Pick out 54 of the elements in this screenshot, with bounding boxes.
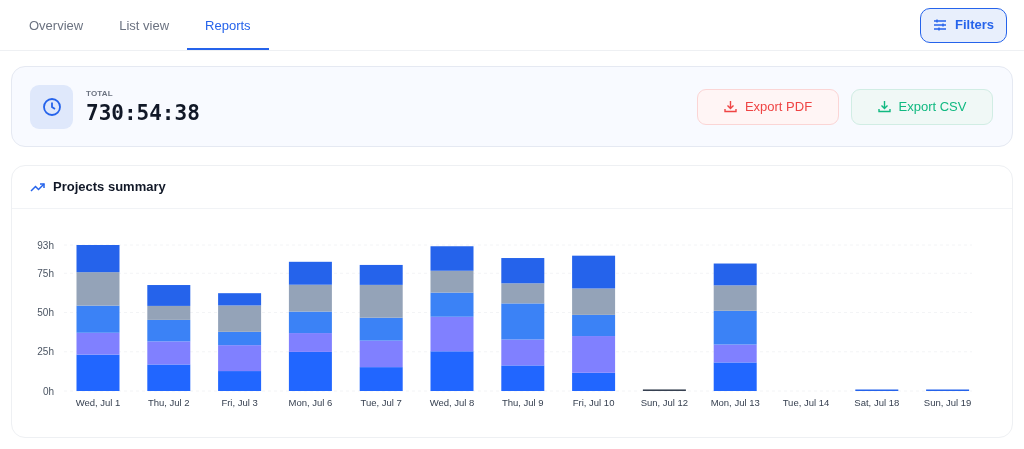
bar-segment <box>76 245 120 273</box>
bar-segment <box>288 311 332 334</box>
axis-label: Sun, Jul 19 <box>923 397 972 408</box>
axis-label: Thu, Jul 2 <box>147 397 190 408</box>
bar-segment <box>359 340 403 368</box>
axis-label: 50h <box>37 307 54 318</box>
sliders-icon <box>933 18 947 32</box>
trend-up-icon <box>30 182 45 192</box>
bar-segment <box>288 284 332 312</box>
export-pdf-button[interactable]: Export PDF <box>697 88 839 125</box>
total-value: 730:54:38 <box>86 99 200 126</box>
axis-label: Fri, Jul 10 <box>572 397 615 408</box>
total-label: TOTAL <box>86 87 114 100</box>
filters-button[interactable]: Filters <box>920 7 1007 43</box>
axis-label: Sun, Jul 12 <box>640 397 689 408</box>
clock-icon <box>41 96 62 117</box>
tab[interactable]: Reports <box>187 3 269 50</box>
download-icon <box>723 100 737 113</box>
bar-segment <box>147 364 191 391</box>
axis-label: Mon, Jul 6 <box>288 397 333 408</box>
axis-label: 93h <box>37 239 54 251</box>
bar-segment <box>713 285 757 311</box>
bar-segment <box>430 351 474 391</box>
bar-segment <box>501 365 545 391</box>
axis-label: Tue, Jul 14 <box>782 397 830 408</box>
axis-label: 25h <box>37 346 54 358</box>
bar-segment <box>501 258 545 284</box>
chart-title: Projects summary <box>53 178 166 197</box>
axis-label: Wed, Jul 8 <box>429 397 475 408</box>
bar-segment <box>218 371 262 391</box>
axis-label: 75h <box>37 267 54 279</box>
bar-segment <box>501 339 545 366</box>
bar-segment <box>359 367 403 391</box>
bar-segment <box>430 270 474 293</box>
bar-segment <box>572 255 616 289</box>
axis-label: Fri, Jul 3 <box>221 397 258 408</box>
bar-segment <box>713 263 757 286</box>
axis-label: Mon, Jul 13 <box>710 397 760 408</box>
bar-segment <box>147 341 191 365</box>
bar-segment <box>359 317 403 341</box>
axis-label: Sat, Jul 18 <box>854 397 900 408</box>
bar-segment <box>572 288 616 315</box>
bar-segment <box>288 261 332 285</box>
bar-segment <box>430 246 474 271</box>
axis-label: Thu, Jul 9 <box>501 397 544 408</box>
axis-label: Tue, Jul 7 <box>360 397 402 408</box>
bar-segment <box>147 285 191 306</box>
bar-segment <box>76 305 120 333</box>
download-icon <box>877 100 891 113</box>
axis-label: 0h <box>42 385 54 397</box>
tab[interactable]: List view <box>101 3 188 50</box>
tab[interactable]: Overview <box>11 3 102 50</box>
axis-label: Wed, Jul 1 <box>75 397 121 408</box>
bar-segment <box>76 272 120 306</box>
